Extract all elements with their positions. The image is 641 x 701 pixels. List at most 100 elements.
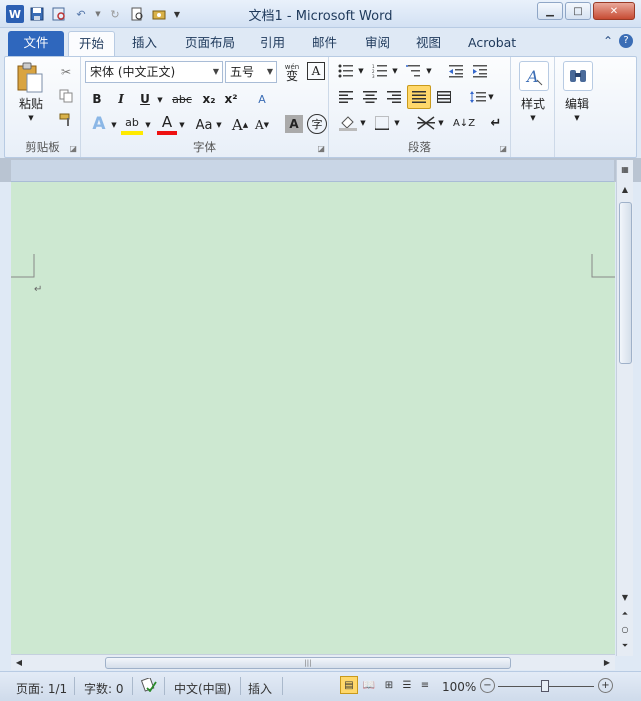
paragraph-mark[interactable]: ↵ — [34, 284, 42, 295]
paste-icon[interactable] — [13, 61, 47, 95]
binoculars-icon[interactable] — [563, 61, 593, 91]
shading-dropdown-icon[interactable]: ▼ — [359, 118, 367, 128]
vertical-scroll-thumb[interactable] — [619, 202, 632, 364]
distributed-icon[interactable] — [433, 87, 455, 107]
proofing-icon[interactable] — [140, 676, 158, 694]
insert-mode-indicator[interactable]: 插入 — [248, 680, 272, 697]
line-spacing-icon[interactable] — [467, 87, 489, 107]
clear-formatting-button[interactable]: A — [251, 89, 273, 109]
character-shading-button[interactable]: A — [285, 115, 303, 133]
ruler-toggle-icon[interactable]: ▦ — [617, 162, 633, 177]
horizontal-scroll-thumb[interactable]: ||| — [105, 657, 511, 669]
underline-dropdown-icon[interactable]: ▼ — [155, 93, 165, 107]
shading-icon[interactable] — [337, 113, 359, 133]
editing-label[interactable]: 编辑 — [557, 95, 597, 111]
styles-dropdown-icon[interactable]: ▼ — [528, 113, 538, 123]
zoom-level[interactable]: 100% — [442, 680, 476, 694]
strikethrough-button[interactable]: abc — [169, 89, 195, 109]
styles-label[interactable]: 样式 — [513, 95, 553, 111]
align-center-icon[interactable] — [359, 87, 381, 107]
copy-icon[interactable] — [57, 87, 75, 105]
previous-page-icon[interactable]: ⏶ — [617, 606, 633, 621]
chinese-layout-icon[interactable] — [415, 113, 437, 133]
font-name-combo[interactable]: 宋体 (中文正文) ▼ — [85, 61, 223, 83]
font-color-dropdown-icon[interactable]: ▼ — [177, 119, 187, 131]
tab-acrobat[interactable]: Acrobat — [458, 31, 526, 56]
minimize-icon[interactable]: ▁ — [537, 2, 563, 20]
multilevel-list-icon[interactable] — [403, 61, 425, 81]
tab-mailings[interactable]: 邮件 — [302, 31, 347, 56]
font-color-button[interactable]: A — [157, 113, 177, 135]
scroll-down-icon[interactable]: ▼ — [617, 590, 633, 605]
paragraph-launcher-icon[interactable]: ◪ — [499, 144, 507, 153]
page-count[interactable]: 页面: 1/1 — [16, 680, 67, 697]
browse-object-icon[interactable]: ○ — [617, 622, 633, 637]
text-effects-dropdown-icon[interactable]: ▼ — [109, 119, 119, 131]
outline-view-icon[interactable]: ☰ — [398, 676, 416, 694]
tab-file[interactable]: 文件 — [8, 31, 64, 56]
font-size-dropdown-icon[interactable]: ▼ — [267, 62, 273, 82]
bold-button[interactable]: B — [87, 89, 107, 109]
language-indicator[interactable]: 中文(中国) — [174, 680, 231, 697]
highlight-button[interactable]: ab — [121, 113, 143, 135]
justify-icon[interactable] — [407, 85, 431, 109]
numbering-dropdown-icon[interactable]: ▼ — [391, 66, 399, 76]
tab-view[interactable]: 视图 — [406, 31, 451, 56]
next-page-icon[interactable]: ⏷ — [617, 638, 633, 653]
zoom-slider-thumb[interactable] — [541, 680, 549, 692]
change-case-button[interactable]: Aa — [191, 115, 217, 135]
underline-button[interactable]: U — [135, 89, 155, 109]
borders-dropdown-icon[interactable]: ▼ — [393, 118, 401, 128]
document-page[interactable] — [11, 182, 615, 654]
enclose-characters-button[interactable]: 字 — [307, 114, 327, 134]
cut-icon[interactable]: ✂ — [57, 63, 75, 81]
scroll-left-icon[interactable]: ◀ — [11, 655, 27, 670]
change-case-dropdown-icon[interactable]: ▼ — [215, 119, 223, 131]
show-formatting-icon[interactable]: ↵ — [485, 113, 507, 133]
close-icon[interactable]: ✕ — [593, 2, 635, 20]
character-border-button[interactable]: A — [307, 62, 325, 80]
highlight-dropdown-icon[interactable]: ▼ — [143, 119, 153, 131]
scroll-right-icon[interactable]: ▶ — [599, 655, 615, 670]
tab-home[interactable]: 开始 — [68, 31, 116, 56]
font-name-dropdown-icon[interactable]: ▼ — [213, 62, 219, 82]
grow-font-button[interactable]: A ▲ — [231, 115, 249, 135]
align-left-icon[interactable] — [335, 87, 357, 107]
tab-insert[interactable]: 插入 — [122, 31, 167, 56]
tab-review[interactable]: 审阅 — [355, 31, 400, 56]
borders-icon[interactable] — [371, 113, 393, 133]
zoom-out-icon[interactable]: − — [480, 678, 495, 693]
web-layout-icon[interactable]: ⊞ — [380, 676, 398, 694]
chinese-layout-dropdown-icon[interactable]: ▼ — [437, 118, 445, 128]
format-painter-icon[interactable] — [57, 111, 75, 129]
line-spacing-dropdown-icon[interactable]: ▼ — [487, 92, 495, 102]
multilevel-dropdown-icon[interactable]: ▼ — [425, 66, 433, 76]
font-launcher-icon[interactable]: ◪ — [317, 144, 325, 153]
paste-button-label[interactable]: 粘贴 — [11, 95, 51, 111]
bullets-dropdown-icon[interactable]: ▼ — [357, 66, 365, 76]
zoom-in-icon[interactable]: + — [598, 678, 613, 693]
numbering-icon[interactable]: 123 — [369, 61, 391, 81]
full-screen-reading-icon[interactable]: 📖 — [360, 676, 378, 694]
decrease-indent-icon[interactable] — [445, 61, 467, 81]
tab-page-layout[interactable]: 页面布局 — [175, 31, 245, 56]
help-icon[interactable]: ? — [619, 34, 633, 48]
shrink-font-button[interactable]: A ▼ — [253, 115, 271, 135]
italic-button[interactable]: I — [111, 89, 131, 109]
phonetic-guide-button[interactable]: wén 变 — [281, 61, 303, 83]
scroll-up-icon[interactable]: ▲ — [617, 182, 633, 197]
align-right-icon[interactable] — [383, 87, 405, 107]
superscript-button[interactable]: x² — [221, 89, 241, 109]
paste-dropdown-icon[interactable]: ▼ — [25, 113, 37, 123]
maximize-icon[interactable]: □ — [565, 2, 591, 20]
clipboard-launcher-icon[interactable]: ◪ — [69, 144, 77, 153]
vertical-scrollbar[interactable]: ▦ ▲ ▼ ⏶ ○ ⏷ — [616, 160, 633, 656]
sort-icon[interactable]: A↓Z — [453, 113, 475, 133]
text-effects-button[interactable]: A — [89, 113, 109, 135]
horizontal-scrollbar[interactable]: ◀ ||| ▶ — [11, 654, 615, 670]
minimize-ribbon-icon[interactable]: ⌃ — [603, 34, 613, 48]
draft-view-icon[interactable]: ≡ — [416, 676, 434, 694]
tab-references[interactable]: 引用 — [250, 31, 295, 56]
font-size-combo[interactable]: 五号 ▼ — [225, 61, 277, 83]
subscript-button[interactable]: x₂ — [199, 89, 219, 109]
